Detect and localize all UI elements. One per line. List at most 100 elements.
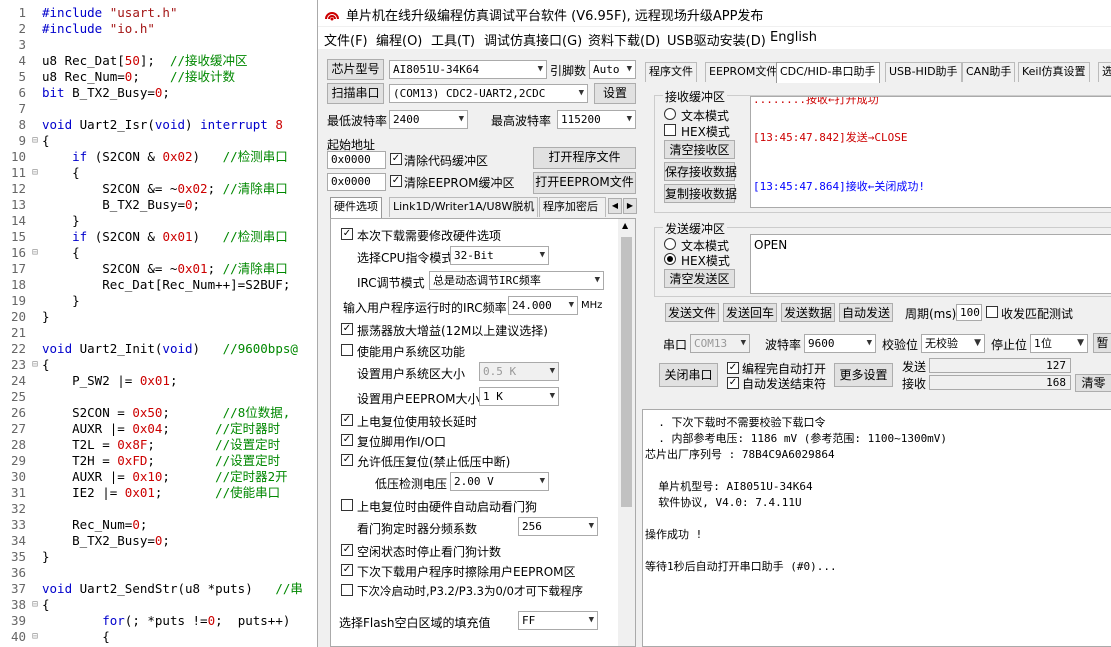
code-line[interactable]: 14 } xyxy=(0,213,317,229)
copy-receive-button[interactable]: 复制接收数据 xyxy=(664,184,737,203)
code-line[interactable]: 36 xyxy=(0,565,317,581)
code-line[interactable]: 34 B_TX2_Busy=0; xyxy=(0,533,317,549)
tab-cdc-serial[interactable]: CDC/HID-串口助手 xyxy=(776,62,880,83)
min-baud-select[interactable]: 2400 ▼ xyxy=(389,110,468,129)
auto-send-end-checkbox[interactable]: ✓ xyxy=(727,377,739,389)
code-line[interactable]: 10 if (S2CON & 0x02) //检测串口 xyxy=(0,149,317,165)
parity-combo[interactable]: 无校验 ▼ xyxy=(921,334,985,353)
clear-eeprom-checkbox[interactable]: ✓ xyxy=(390,175,402,187)
code-line[interactable]: 8 void Uart2_Isr(void) interrupt 8 xyxy=(0,117,317,133)
idle-stop-wd-checkbox[interactable]: ✓ xyxy=(341,544,353,556)
options-scrollbar[interactable]: ▲ xyxy=(618,219,635,646)
tab-scroll-left-icon[interactable]: ◀ xyxy=(608,198,622,214)
tab-more[interactable]: 选 xyxy=(1098,62,1111,82)
send-data-button[interactable]: 发送数据 xyxy=(781,303,835,322)
code-line[interactable]: 2 #include "io.h" xyxy=(0,21,317,37)
recv-text-radio[interactable] xyxy=(664,108,676,120)
osc-gain-checkbox[interactable]: ✓ xyxy=(341,323,353,335)
send-input[interactable]: OPEN xyxy=(750,234,1111,294)
code-line[interactable]: 15 if (S2CON & 0x01) //检测串口 xyxy=(0,229,317,245)
code-line[interactable]: 9 ⊟ { xyxy=(0,133,317,149)
clear-count-button[interactable]: 清零 xyxy=(1075,374,1111,392)
pins-select[interactable]: Auto ▼ xyxy=(589,60,636,79)
code-line[interactable]: 1 #include "usart.h" xyxy=(0,5,317,21)
save-receive-button[interactable]: 保存接收数据 xyxy=(664,162,737,181)
menu-download[interactable]: 资料下载(D) xyxy=(588,30,660,49)
scan-port-button[interactable]: 扫描串口 xyxy=(327,83,384,104)
match-test-checkbox[interactable] xyxy=(986,306,998,318)
lv-detect-select[interactable]: 2.00 V ▼ xyxy=(450,472,549,491)
send-hex-radio[interactable] xyxy=(664,253,676,265)
code-line[interactable]: 21 xyxy=(0,325,317,341)
code-line[interactable]: 23 ⊟ { xyxy=(0,357,317,373)
cpu-mode-select[interactable]: 32-Bit ▼ xyxy=(450,246,549,265)
long-delay-checkbox[interactable]: ✓ xyxy=(341,414,353,426)
code-line[interactable]: 39 for(; *puts !=0; puts++) xyxy=(0,613,317,629)
port-combo[interactable]: COM13 ▼ xyxy=(690,334,750,353)
tab-offline[interactable]: Link1D/Writer1A/U8W脱机 xyxy=(389,197,539,217)
more-settings-button[interactable]: 更多设置 xyxy=(834,363,893,387)
watchdog-auto-checkbox[interactable] xyxy=(341,499,353,511)
tab-encryption[interactable]: 程序加密后 xyxy=(539,197,606,217)
code-line[interactable]: 24 P_SW2 |= 0x01; xyxy=(0,373,317,389)
menu-tools[interactable]: 工具(T) xyxy=(431,30,475,49)
open-program-button[interactable]: 打开程序文件 xyxy=(533,147,636,169)
tab-eeprom-file[interactable]: EEPROM文件 xyxy=(705,62,782,82)
code-line[interactable]: 22 void Uart2_Init(void) //9600bps@ xyxy=(0,341,317,357)
code-line[interactable]: 37 void Uart2_SendStr(u8 *puts) //串 xyxy=(0,581,317,597)
fold-icon[interactable]: ⊟ xyxy=(32,597,38,613)
code-line[interactable]: 6 bit B_TX2_Busy=0; xyxy=(0,85,317,101)
wd-div-select[interactable]: 256 ▼ xyxy=(518,517,598,536)
irc-freq-select[interactable]: 24.000 ▼ xyxy=(508,296,578,315)
status-log[interactable]: . 下次下载时不需要校验下载口令 . 内部参考电压: 1186 mV (参考范围… xyxy=(642,409,1111,647)
tab-scroll-right-icon[interactable]: ▶ xyxy=(623,198,637,214)
code-line[interactable]: 28 T2L = 0x8F; //设置定时 xyxy=(0,437,317,453)
send-cr-button[interactable]: 发送回车 xyxy=(723,303,777,322)
irc-mode-select[interactable]: 总是动态调节IRC频率 ▼ xyxy=(429,271,604,290)
stop-bits-combo[interactable]: 1位 ▼ xyxy=(1030,334,1088,353)
close-port-button[interactable]: 关闭串口 xyxy=(659,363,718,387)
receive-log[interactable]: ........按收←打开成功 [13:45:47.842]发送→CLOSE [… xyxy=(750,96,1111,208)
code-line[interactable]: 35} xyxy=(0,549,317,565)
fold-icon[interactable]: ⊟ xyxy=(32,165,38,181)
code-line[interactable]: 19 } xyxy=(0,293,317,309)
code-line[interactable]: 16 ⊟ { xyxy=(0,245,317,261)
fold-icon[interactable]: ⊟ xyxy=(32,629,38,645)
code-line[interactable]: 26 S2CON = 0x50; //8位数据, xyxy=(0,405,317,421)
period-input[interactable]: 100 xyxy=(956,304,982,321)
menu-file[interactable]: 文件(F) xyxy=(324,30,368,49)
code-line[interactable]: 17 S2CON &= ~0x01; //清除串口 xyxy=(0,261,317,277)
erase-eeprom-checkbox[interactable]: ✓ xyxy=(341,564,353,576)
reset-io-checkbox[interactable]: ✓ xyxy=(341,434,353,446)
send-file-button[interactable]: 发送文件 xyxy=(665,303,719,322)
scroll-up-icon[interactable]: ▲ xyxy=(622,221,628,230)
modify-hw-checkbox[interactable]: ✓ xyxy=(341,228,353,240)
fold-icon[interactable]: ⊟ xyxy=(32,133,38,149)
fold-icon[interactable]: ⊟ xyxy=(32,245,38,261)
user-system-checkbox[interactable] xyxy=(341,344,353,356)
scrollbar-thumb[interactable] xyxy=(621,237,632,507)
clear-receive-button[interactable]: 清空接收区 xyxy=(664,140,735,159)
tab-program-file[interactable]: 程序文件 xyxy=(645,62,697,82)
port-select[interactable]: (COM13) CDC2-UART2,2CDC ▼ xyxy=(389,84,588,103)
sys-size-select[interactable]: 0.5 K ▼ xyxy=(479,362,559,381)
code-line[interactable]: 31 IE2 |= 0x01; //使能串口 xyxy=(0,485,317,501)
recv-hex-checkbox[interactable] xyxy=(664,124,676,136)
code-line[interactable]: 13 B_TX2_Busy=0; xyxy=(0,197,317,213)
code-line[interactable]: 12 S2CON &= ~0x02; //清除串口 xyxy=(0,181,317,197)
code-line[interactable]: 38 ⊟ { xyxy=(0,597,317,613)
tab-hardware-options[interactable]: 硬件选项 xyxy=(330,197,382,218)
menu-english[interactable]: English xyxy=(770,30,817,45)
eeprom-address-input[interactable]: 0x0000 xyxy=(327,173,386,191)
menu-usb-driver[interactable]: USB驱动安装(D) xyxy=(667,30,766,49)
code-line[interactable]: 20} xyxy=(0,309,317,325)
settings-button[interactable]: 设置 xyxy=(594,83,636,104)
send-text-radio[interactable] xyxy=(664,238,676,250)
max-baud-select[interactable]: 115200 ▼ xyxy=(557,110,636,129)
code-line[interactable]: 5 u8 Rec_Num=0; //接收计数 xyxy=(0,69,317,85)
code-line[interactable]: 18 Rec_Dat[Rec_Num++]=S2BUF; xyxy=(0,277,317,293)
code-line[interactable]: 3 xyxy=(0,37,317,53)
code-line[interactable]: 32 xyxy=(0,501,317,517)
code-line[interactable]: 40 ⊟ { xyxy=(0,629,317,645)
cold-start-checkbox[interactable] xyxy=(341,584,353,596)
